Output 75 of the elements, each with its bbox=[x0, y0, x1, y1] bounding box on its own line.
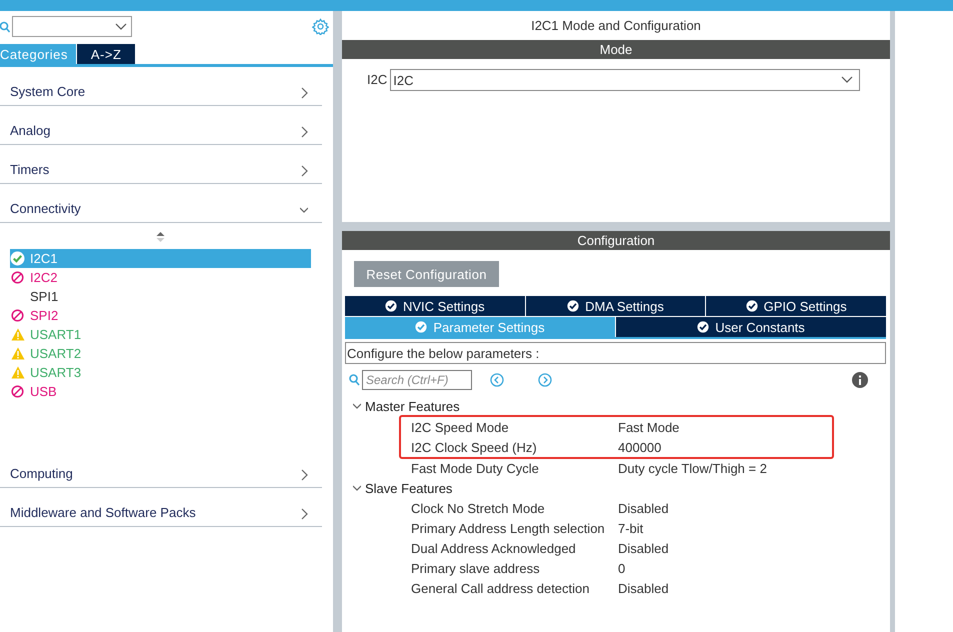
peripheral-item[interactable]: USB bbox=[10, 382, 311, 401]
warning-icon bbox=[10, 366, 24, 379]
parameter-name: Clock No Stretch Mode bbox=[411, 500, 546, 516]
chevron-icon[interactable] bbox=[300, 469, 308, 481]
peripheral-item[interactable]: SPI1 bbox=[10, 287, 311, 306]
parameter-value[interactable]: Fast Mode bbox=[618, 420, 680, 434]
chevron-icon[interactable] bbox=[300, 87, 308, 99]
hint-text: Configure the below parameters : bbox=[345, 342, 886, 364]
parameter-name: I2C Speed Mode bbox=[411, 420, 510, 434]
panel-title: I2C1 Mode and Configuration bbox=[342, 11, 890, 40]
category-row[interactable]: Timers bbox=[0, 145, 322, 184]
category-row[interactable]: System Core bbox=[0, 67, 322, 106]
parameter-value[interactable]: Disabled bbox=[618, 540, 669, 556]
section-header: Mode bbox=[342, 40, 890, 59]
parameter-name: Fast Mode Duty Cycle bbox=[411, 460, 540, 476]
category-row[interactable]: Computing bbox=[0, 449, 322, 488]
settings-tab[interactable]: User Constants bbox=[616, 317, 886, 337]
peripheral-item[interactable]: SPI2 bbox=[10, 306, 311, 325]
category-label: System Core bbox=[10, 84, 86, 99]
category-label: Connectivity bbox=[10, 201, 81, 216]
group-name: Master Features bbox=[365, 398, 460, 414]
check-icon bbox=[10, 251, 25, 266]
parameter-name: I2C Clock Speed (Hz) bbox=[411, 440, 538, 454]
parameter-name: Primary Address Length selection bbox=[411, 520, 606, 536]
check-icon bbox=[415, 321, 428, 333]
caret-icon bbox=[115, 22, 127, 30]
mode-select[interactable]: I2C bbox=[390, 69, 860, 91]
info-icon[interactable] bbox=[852, 372, 868, 388]
check-icon bbox=[697, 321, 710, 333]
settings-tab[interactable]: GPIO Settings bbox=[706, 296, 886, 316]
parameter-name: Dual Address Acknowledged bbox=[411, 540, 577, 556]
warning-icon bbox=[10, 347, 24, 360]
peripheral-item[interactable]: I2C2 bbox=[10, 268, 311, 287]
check-icon bbox=[385, 300, 397, 312]
sort-icon[interactable] bbox=[156, 231, 165, 243]
previous-icon[interactable] bbox=[490, 373, 504, 387]
check-icon bbox=[567, 300, 580, 312]
parameter-value[interactable]: 400000 bbox=[618, 440, 662, 454]
parameter-value[interactable]: Disabled bbox=[618, 580, 669, 596]
group-row[interactable]: Master Features bbox=[353, 396, 886, 416]
chevron-icon[interactable] bbox=[300, 165, 308, 177]
category-row[interactable]: Middleware and Software Packs bbox=[0, 488, 322, 527]
parameter-value[interactable]: Disabled bbox=[618, 500, 669, 516]
search-icon bbox=[349, 374, 360, 386]
prohibited-icon bbox=[11, 385, 24, 398]
category-label: Computing bbox=[10, 466, 73, 481]
search-combo[interactable] bbox=[12, 16, 132, 37]
parameter-name: Primary slave address bbox=[411, 560, 541, 576]
parameter-value[interactable]: 0 bbox=[618, 560, 626, 576]
group-row[interactable]: Slave Features bbox=[353, 478, 886, 498]
category-label: Middleware and Software Packs bbox=[10, 505, 196, 520]
field-label: I2C bbox=[367, 71, 388, 89]
group-name: Slave Features bbox=[365, 480, 452, 496]
category-label: Analog bbox=[10, 123, 50, 138]
category-row[interactable]: Analog bbox=[0, 106, 322, 145]
category-row[interactable]: Connectivity bbox=[0, 184, 322, 223]
settings-icon[interactable] bbox=[312, 18, 329, 35]
check-icon bbox=[746, 300, 758, 312]
caret-icon bbox=[841, 76, 854, 84]
view-tab[interactable]: A->Z bbox=[76, 44, 136, 64]
chevron-icon[interactable] bbox=[300, 508, 308, 520]
category-label: Timers bbox=[10, 162, 50, 177]
prohibited-icon bbox=[11, 309, 24, 322]
section-header: Configuration bbox=[342, 231, 890, 250]
next-icon[interactable] bbox=[538, 373, 552, 387]
parameter-name: General Call address detection bbox=[411, 580, 590, 596]
warning-icon bbox=[10, 328, 24, 341]
parameter-value[interactable]: 7-bit bbox=[618, 520, 644, 536]
parameter-value[interactable]: Duty cycle Tlow/Thigh = 2 bbox=[618, 460, 767, 476]
settings-tab[interactable]: NVIC Settings bbox=[345, 296, 525, 316]
search-icon bbox=[0, 20, 10, 32]
chevron-icon[interactable] bbox=[300, 126, 308, 138]
settings-tab[interactable]: DMA Settings bbox=[526, 296, 706, 316]
prohibited-icon bbox=[11, 271, 24, 284]
search-field[interactable]: Search (Ctrl+F) bbox=[362, 370, 472, 390]
